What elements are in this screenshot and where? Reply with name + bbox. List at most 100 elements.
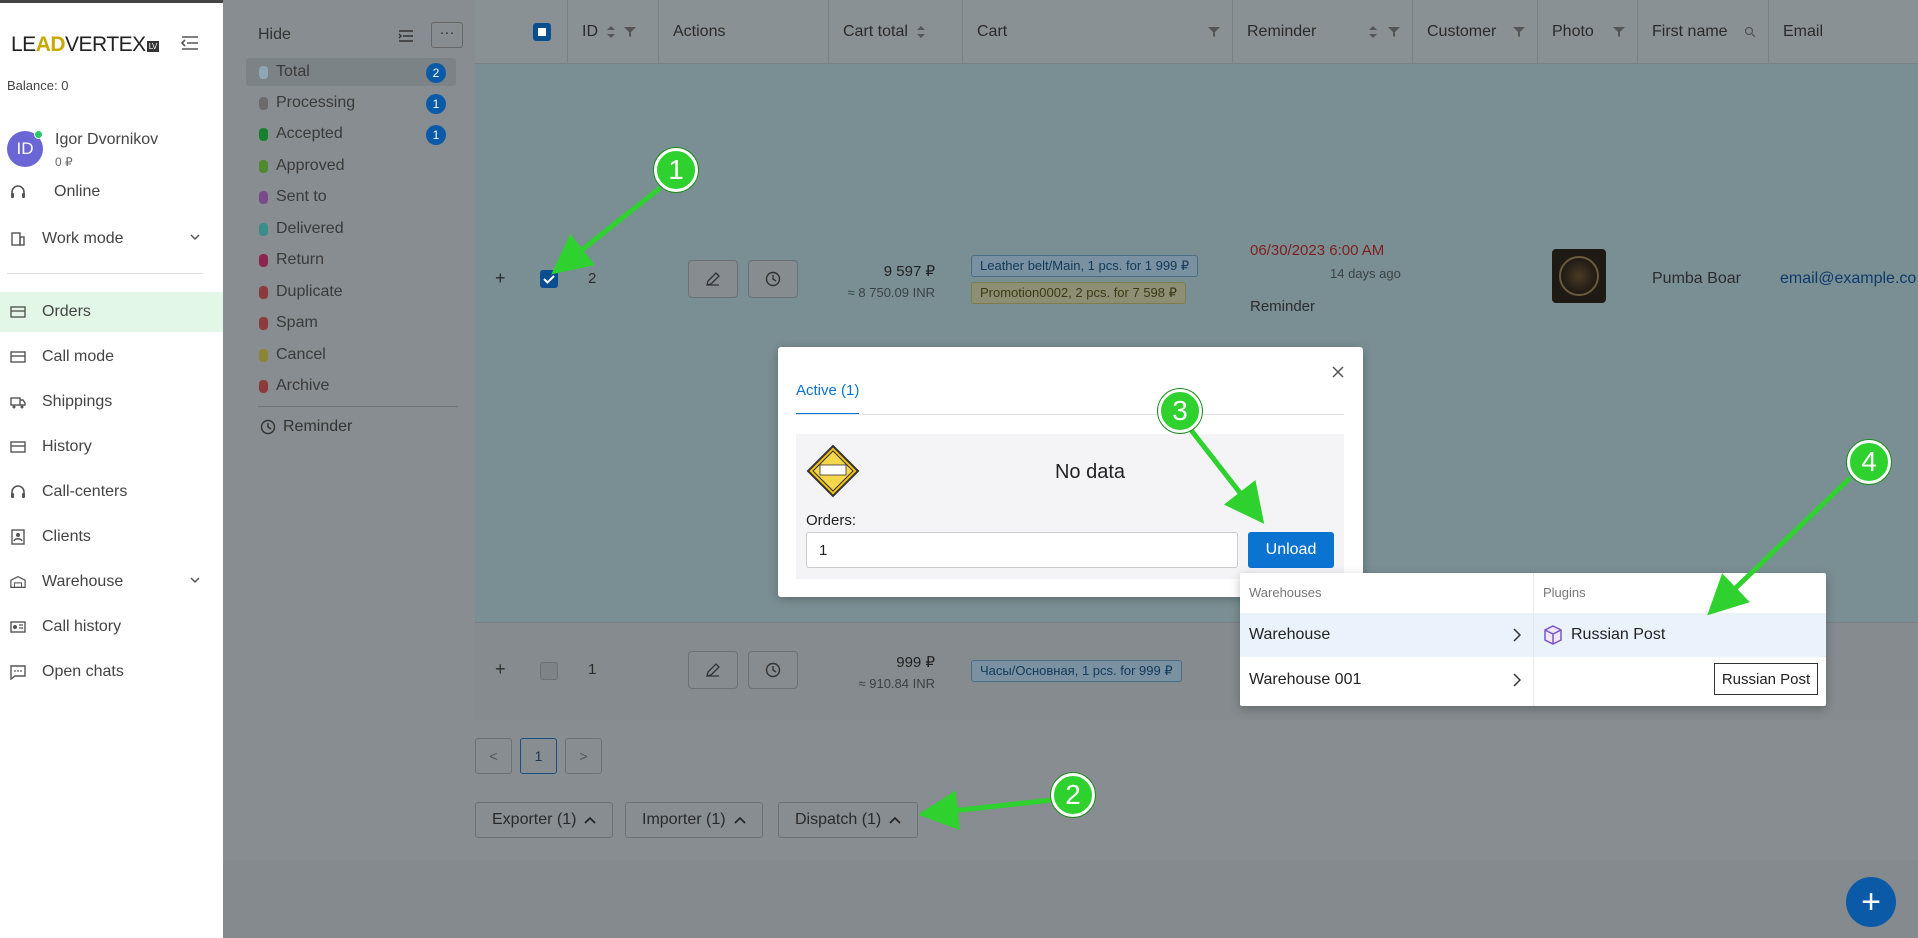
reminder-label[interactable]: Reminder [1250,298,1315,315]
sidebar-item-warehouse[interactable]: Warehouse [0,562,223,602]
importer-button[interactable]: Importer (1) [625,802,763,838]
chevron-down-icon [190,234,200,241]
online-label: Online [54,183,101,200]
order-id[interactable]: 1 [588,661,596,678]
warehouse-option[interactable]: Warehouse [1240,613,1533,657]
status-color-dot [259,285,268,299]
sidebar-item-label: Call history [42,618,122,635]
column-reminder[interactable]: Reminder [1232,0,1412,64]
edit-button[interactable] [688,651,738,689]
expand-row-button[interactable]: + [495,268,506,289]
history-button[interactable] [748,651,798,689]
row-checkbox[interactable] [540,662,558,680]
status-sent-to[interactable]: Sent to [246,183,456,211]
call-mode-icon [10,349,26,365]
column-cart-total[interactable]: Cart total [828,0,962,64]
column-label: Email [1783,23,1824,40]
cart-item-tag[interactable]: Promotion0002, 2 pcs. for 7 598 ₽ [971,282,1186,304]
filter-icon[interactable] [1513,26,1525,38]
sidebar-item-history[interactable]: History [0,427,223,467]
status-processing[interactable]: Processing 1 [246,89,456,117]
status-return[interactable]: Return [246,246,456,274]
search-icon[interactable] [1744,26,1756,38]
page-1-button[interactable]: 1 [520,738,557,774]
work-mode-dropdown[interactable]: Work mode [0,219,223,259]
reminder-ago: 14 days ago [1330,266,1401,281]
status-color-dot [259,96,268,110]
list-settings-icon[interactable] [398,29,414,43]
column-cart[interactable]: Cart [962,0,1232,64]
hide-row: Hide ··· [246,20,466,52]
callout-3: 3 [1158,389,1202,433]
edit-button[interactable] [688,260,738,298]
user-name[interactable]: Igor Dvornikov [55,131,158,149]
sidebar-item-call-centers[interactable]: Call-centers [0,472,223,512]
cart-item-tag[interactable]: Leather belt/Main, 1 pcs. for 1 999 ₽ [971,255,1199,277]
warehouse-label: Warehouse 001 [1249,671,1362,688]
status-approved[interactable]: Approved [246,152,456,180]
sidebar-item-open-chats[interactable]: Open chats [0,652,223,692]
close-icon[interactable] [1331,365,1345,379]
next-page-button[interactable]: > [565,738,602,774]
email-link[interactable]: email@example.co [1780,270,1916,288]
cart-item-tag[interactable]: Часы/Основная, 1 pcs. for 999 ₽ [971,660,1182,682]
history-button[interactable] [748,260,798,298]
sidebar-item-shippings[interactable]: Shippings [0,382,223,422]
customer-photo[interactable] [1552,249,1606,303]
status-color-dot [259,65,268,79]
status-duplicate[interactable]: Duplicate [246,278,456,306]
russian-post-plugin-option[interactable]: Russian Post [1534,613,1826,657]
status-total[interactable]: Total 2 [246,58,456,86]
dispatch-button[interactable]: Dispatch (1) [778,802,919,838]
orders-input[interactable] [806,532,1238,568]
hide-button[interactable]: Hide [258,26,291,44]
sidebar-item-call-mode[interactable]: Call mode [0,337,223,377]
status-accepted[interactable]: Accepted 1 [246,120,456,148]
status-delivered[interactable]: Delivered [246,215,456,243]
tab-active[interactable]: Active (1) [796,382,860,415]
status-label: Duplicate [276,283,343,300]
filter-icon[interactable] [1208,26,1220,38]
expand-row-button[interactable]: + [495,659,506,680]
online-toggle[interactable]: Online [0,172,223,212]
more-options-button[interactable]: ··· [431,22,463,48]
online-status-dot [34,130,43,139]
warehouse-001-option[interactable]: Warehouse 001 [1240,658,1533,702]
status-color-dot [259,253,268,267]
filter-icon[interactable] [624,26,636,38]
status-spam[interactable]: Spam [246,309,456,337]
reminder-filter[interactable]: Reminder [260,418,352,436]
chevron-right-icon [1513,673,1521,687]
status-archive[interactable]: Archive [246,372,456,400]
sort-icon[interactable] [606,25,616,39]
logo[interactable]: LEADVERTEX LV [11,33,159,57]
sidebar-item-orders[interactable]: Orders [0,292,223,332]
order-id[interactable]: 2 [588,270,596,287]
status-color-dot [259,222,268,236]
add-order-fab[interactable]: + [1846,877,1896,927]
column-email[interactable]: Email [1768,0,1918,64]
exporter-button[interactable]: Exporter (1) [475,802,614,838]
filter-icon[interactable] [1613,26,1625,38]
select-all-checkbox[interactable] [533,23,551,41]
row-checkbox[interactable] [540,270,558,288]
orders-label: Orders: [806,512,857,529]
pencil-icon [706,663,720,677]
collapse-sidebar-icon[interactable] [181,35,199,51]
column-id[interactable]: ID [567,0,657,64]
status-color-dot [259,348,268,362]
chevron-right-icon [1513,628,1521,642]
sidebar-item-clients[interactable]: Clients [0,517,223,557]
unload-button[interactable]: Unload [1248,532,1334,568]
sort-icon[interactable] [1368,25,1378,39]
truck-icon [10,394,26,410]
filter-icon[interactable] [1388,26,1400,38]
column-photo[interactable]: Photo [1537,0,1637,64]
sort-icon[interactable] [916,25,926,39]
sidebar-item-call-history[interactable]: Call history [0,607,223,647]
column-customer[interactable]: Customer [1412,0,1537,64]
status-cancel[interactable]: Cancel [246,341,456,369]
prev-page-button[interactable]: < [475,738,512,774]
column-first-name[interactable]: First name [1637,0,1768,64]
status-color-dot [259,190,268,204]
